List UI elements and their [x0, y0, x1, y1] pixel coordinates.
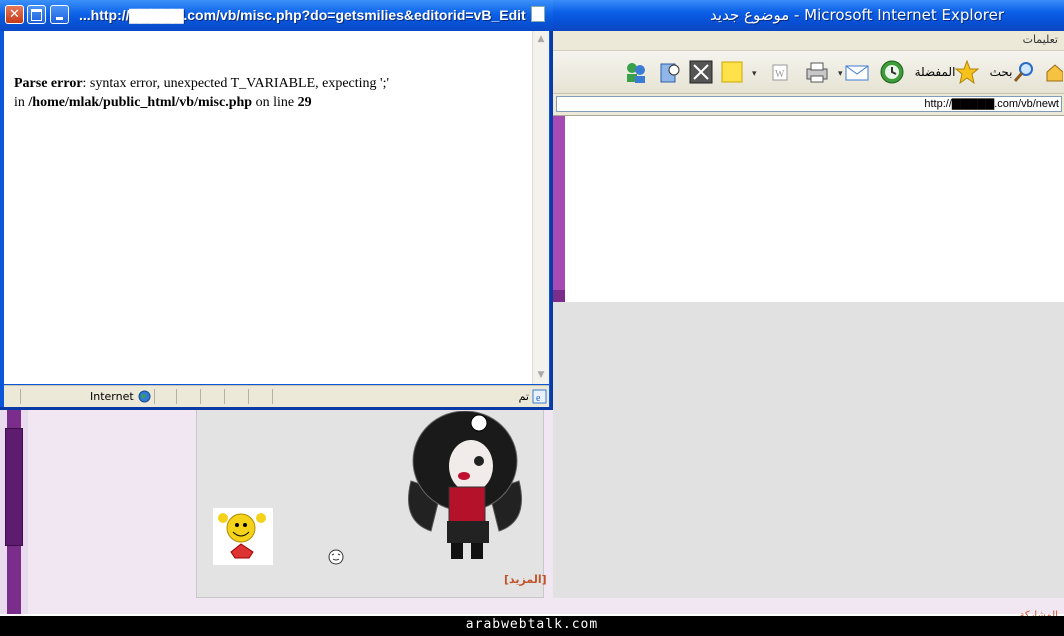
cheering-emoticon[interactable]: [213, 508, 273, 565]
fullscreen-icon: [689, 60, 713, 84]
error-line-number: 29: [297, 95, 312, 110]
popup-content: Parse error: syntax error, unexpected T_…: [4, 31, 532, 384]
status-done-text: تم: [518, 390, 529, 403]
minimize-icon: [56, 17, 63, 20]
popup-titlebar[interactable]: ✕ ...http://▇▇▇▇▇.com/vb/misc.php?do=get…: [0, 0, 553, 31]
popup-scrollbar[interactable]: ▲ ▼: [532, 31, 549, 384]
page-icon: [531, 6, 545, 22]
mail-icon: ▾: [838, 65, 869, 81]
close-icon: ✕: [9, 7, 20, 22]
scroll-down-icon[interactable]: ▼: [534, 368, 548, 383]
fullscreen-button[interactable]: [688, 59, 714, 85]
home-icon[interactable]: [1044, 59, 1064, 85]
resize-grip-icon[interactable]: [553, 290, 565, 302]
left-scrollbar-thumb[interactable]: [5, 428, 23, 546]
favorites-button-label: المفضلة: [914, 65, 956, 79]
edit-button[interactable]: W: [768, 59, 792, 85]
address-input[interactable]: http://▇▇▇▇▇.com/vb/newt: [556, 96, 1062, 112]
smilies-popup-window: ✕ ...http://▇▇▇▇▇.com/vb/misc.php?do=get…: [0, 0, 553, 410]
messenger-button[interactable]: [622, 59, 650, 85]
search-button-label: بحث: [989, 65, 1013, 79]
error-label: Parse error: [14, 76, 83, 91]
error-in-text: in: [14, 95, 25, 110]
smilies-box: [المزيد]: [196, 408, 547, 598]
smilies-more-link[interactable]: [المزيد]: [504, 573, 547, 586]
research-icon: [660, 63, 680, 83]
svg-text:▾: ▾: [752, 69, 757, 79]
status-divider: [200, 389, 201, 404]
maximize-icon: [31, 8, 42, 21]
research-button[interactable]: [658, 59, 684, 85]
background-gray-area: [553, 302, 1064, 598]
globe-icon: [138, 390, 151, 403]
svg-text:W: W: [775, 69, 785, 80]
message-editor[interactable]: [553, 116, 1064, 303]
search-button[interactable]: بحث: [988, 59, 1038, 85]
mail-button[interactable]: ▾: [838, 59, 870, 85]
popup-statusbar: Internet تم e: [4, 385, 549, 407]
editor-edge: [553, 116, 565, 302]
scroll-up-icon[interactable]: ▲: [534, 32, 548, 47]
watermark-text: arabwebtalk.com: [465, 617, 599, 632]
ie-page-icon: e: [532, 389, 547, 404]
minimize-button[interactable]: [50, 5, 69, 24]
php-error-message: Parse error: syntax error, unexpected T_…: [14, 74, 389, 112]
status-divider: [248, 389, 249, 404]
star-icon: [955, 60, 980, 84]
small-face-smilie[interactable]: [327, 548, 345, 566]
history-button[interactable]: [878, 59, 906, 85]
svg-text:e: e: [536, 393, 541, 404]
menu-help[interactable]: تعليمات: [1023, 33, 1058, 46]
background-window-title: موضوع جديد - Microsoft Internet Explorer: [710, 6, 1004, 24]
close-button[interactable]: ✕: [5, 5, 24, 24]
status-divider: [154, 389, 155, 404]
status-divider: [20, 389, 21, 404]
error-text: : syntax error, unexpected T_VARIABLE, e…: [82, 76, 389, 91]
status-divider: [176, 389, 177, 404]
maximize-button[interactable]: [27, 5, 46, 24]
status-zone: Internet: [90, 390, 151, 403]
messenger-icon: [627, 63, 645, 83]
sticky-note-icon: ▾: [721, 61, 757, 83]
printer-icon: [806, 62, 828, 83]
history-icon: [880, 60, 904, 84]
gothic-doll-smilie[interactable]: [401, 411, 529, 563]
favorites-button[interactable]: المفضلة: [914, 59, 980, 85]
search-icon: [1014, 62, 1034, 82]
print-button[interactable]: [803, 59, 831, 85]
svg-text:▾: ▾: [838, 69, 843, 79]
word-icon: W: [772, 64, 788, 81]
popup-title: ...http://▇▇▇▇▇.com/vb/misc.php?do=getsm…: [79, 7, 526, 23]
status-zone-label: Internet: [90, 390, 134, 403]
error-on-line-text: on line: [255, 95, 295, 110]
error-file-path: /home/mlak/public_html/vb/misc.php: [28, 95, 253, 110]
discuss-button[interactable]: ▾: [718, 59, 762, 85]
status-divider: [224, 389, 225, 404]
status-divider: [272, 389, 273, 404]
